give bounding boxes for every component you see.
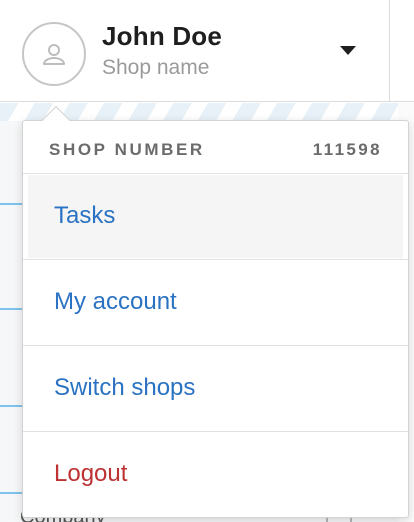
menu-item-label: Tasks bbox=[54, 202, 116, 229]
background-divider bbox=[0, 203, 24, 205]
background-divider bbox=[0, 492, 24, 494]
caret-down-icon[interactable] bbox=[340, 46, 356, 55]
background-divider bbox=[0, 405, 24, 407]
shop-number-row: SHOP NUMBER 111598 bbox=[23, 121, 408, 174]
menu-item-logout[interactable]: Logout bbox=[23, 432, 408, 518]
user-name: John Doe bbox=[102, 21, 223, 51]
background-divider bbox=[0, 308, 24, 310]
user-icon bbox=[43, 44, 65, 65]
header-side-panel bbox=[389, 0, 414, 102]
shop-number-value: 111598 bbox=[312, 140, 382, 159]
avatar bbox=[22, 22, 86, 86]
account-dropdown: SHOP NUMBER 111598 Tasks My account Swit… bbox=[22, 120, 409, 518]
menu-item-label: My account bbox=[54, 288, 177, 315]
menu-item-my-account[interactable]: My account bbox=[23, 260, 408, 346]
shop-number-label: SHOP NUMBER bbox=[49, 140, 205, 159]
menu-item-label: Logout bbox=[54, 460, 128, 487]
menu-item-tasks[interactable]: Tasks bbox=[23, 174, 408, 260]
menu-item-label: Switch shops bbox=[54, 374, 196, 401]
shop-name: Shop name bbox=[102, 56, 210, 79]
account-header[interactable]: John Doe Shop name bbox=[0, 0, 389, 102]
menu-item-switch-shops[interactable]: Switch shops bbox=[23, 346, 408, 432]
